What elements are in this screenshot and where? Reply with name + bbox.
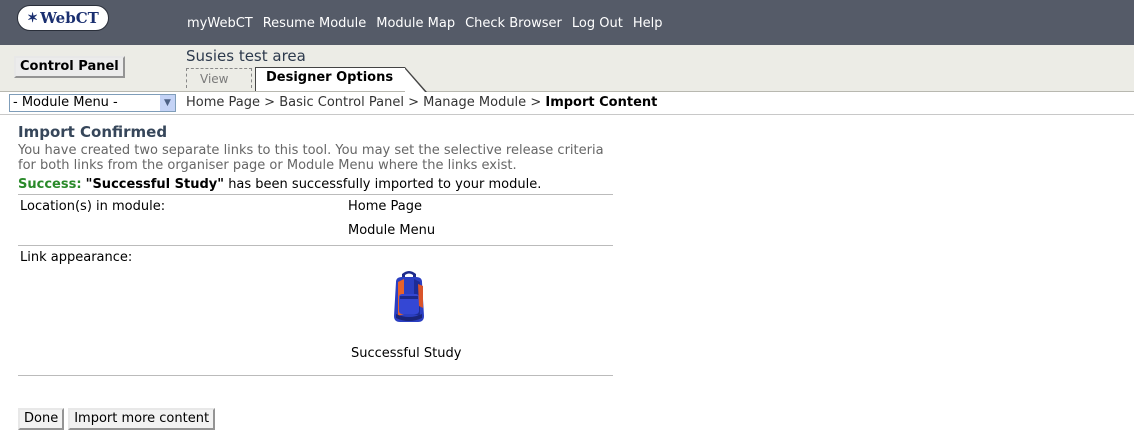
page-title: Import Confirmed	[18, 123, 168, 141]
location-home-page: Home Page	[348, 199, 422, 214]
success-item: "Successful Study"	[85, 177, 225, 192]
import-more-button[interactable]: Import more content	[68, 408, 216, 430]
crumb-separator: >	[530, 95, 542, 110]
top-nav: myWebCT Resume Module Module Map Check B…	[187, 16, 662, 31]
crumb-current: Import Content	[545, 95, 658, 110]
tab-view[interactable]: View	[186, 68, 252, 88]
success-text: has been successfully imported to your m…	[228, 177, 542, 192]
nav-check-browser[interactable]: Check Browser	[465, 16, 562, 31]
location-label: Location(s) in module:	[20, 199, 166, 214]
divider	[18, 375, 613, 376]
icon-caption: Successful Study	[351, 346, 462, 361]
success-message: Success: "Successful Study" has been suc…	[18, 176, 613, 194]
module-menu-value: - Module Menu -	[13, 95, 118, 110]
breadcrumb: Home Page > Basic Control Panel > Manage…	[186, 95, 657, 110]
crumb-separator: >	[408, 95, 419, 110]
control-panel-button[interactable]: Control Panel	[14, 56, 125, 78]
backpack-icon	[394, 271, 424, 322]
location-module-menu: Module Menu	[348, 223, 436, 238]
success-label: Success:	[18, 177, 82, 192]
crumb-manage-module[interactable]: Manage Module	[423, 95, 526, 110]
location-row: Location(s) in module: Home Page Module …	[18, 195, 613, 245]
crumb-home-page[interactable]: Home Page	[186, 95, 260, 110]
nav-log-out[interactable]: Log Out	[572, 16, 623, 31]
appearance-row: Link appearance: Successful Study	[18, 246, 613, 375]
top-bar: ✶ WebCT myWebCT Resume Module Module Map…	[0, 0, 1134, 46]
walker-icon: ✶	[27, 10, 39, 26]
action-buttons: Done Import more content	[18, 408, 216, 430]
appearance-label: Link appearance:	[20, 250, 133, 265]
done-button[interactable]: Done	[18, 408, 65, 430]
nav-mywebct[interactable]: myWebCT	[187, 16, 253, 31]
nav-resume-module[interactable]: Resume Module	[263, 16, 367, 31]
webct-logo[interactable]: ✶ WebCT	[17, 5, 109, 31]
course-header: Control Panel Susies test area View Desi…	[0, 45, 1134, 92]
module-menu-select[interactable]: - Module Menu - ▼	[9, 94, 176, 112]
tab-designer-label: Designer Options	[266, 70, 394, 85]
nav-module-map[interactable]: Module Map	[376, 16, 455, 31]
crumb-separator: >	[264, 95, 276, 110]
description-text: You have created two separate links to t…	[18, 143, 604, 173]
area-title: Susies test area	[186, 47, 306, 65]
main-content: Import Confirmed You have created two se…	[18, 124, 613, 376]
chevron-down-icon[interactable]: ▼	[160, 95, 175, 111]
nav-help[interactable]: Help	[633, 16, 663, 31]
logo-text: WebCT	[40, 9, 99, 27]
tab-designer-options[interactable]: Designer Options	[255, 67, 427, 92]
breadcrumb-bar: - Module Menu - ▼ Home Page > Basic Cont…	[0, 92, 1134, 115]
crumb-basic-control-panel[interactable]: Basic Control Panel	[279, 95, 404, 110]
